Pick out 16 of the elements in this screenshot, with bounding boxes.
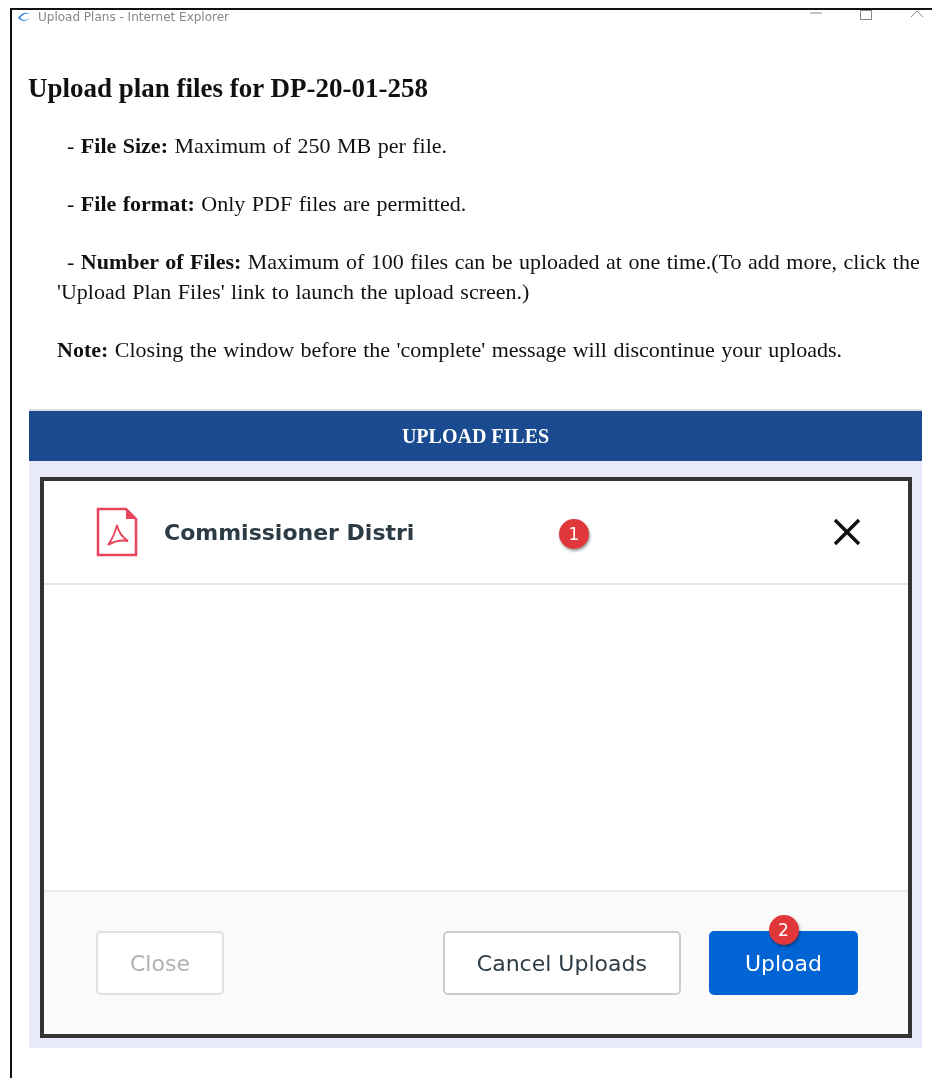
maximize-icon[interactable] <box>860 10 872 20</box>
page-heading: Upload plan files for DP-20-01-258 <box>28 72 429 105</box>
browser-logo-icon <box>16 10 32 22</box>
requirement-note: - File Size: Maximum of 250 MB per file. <box>66 132 449 161</box>
cancel-button[interactable]: Cancel Uploads <box>442 931 681 996</box>
annotation-marker: 1 <box>559 519 589 550</box>
requirement-note: - File format: Only PDF files are permitted. <box>66 190 468 219</box>
pdf-file-icon <box>96 507 138 558</box>
close-icon[interactable] <box>832 517 862 548</box>
file-name: Commissioner Distri <box>164 518 415 547</box>
panel-header: UPLOAD FILES <box>29 411 922 462</box>
requirement-note: Note: Closing the window before the 'complete' message will discontinue your uploads. <box>57 336 844 365</box>
requirement-note: - Number of Files: Maximum of 100 files can be uploaded at one time.(To add more, click the 'Upload Plan Files' link to launch the upload screen.) <box>57 248 921 307</box>
annotation-marker: 2 <box>768 915 799 946</box>
window-title: Upload Plans - Internet Explorer <box>38 10 230 24</box>
chevron-up-icon[interactable] <box>910 10 924 18</box>
